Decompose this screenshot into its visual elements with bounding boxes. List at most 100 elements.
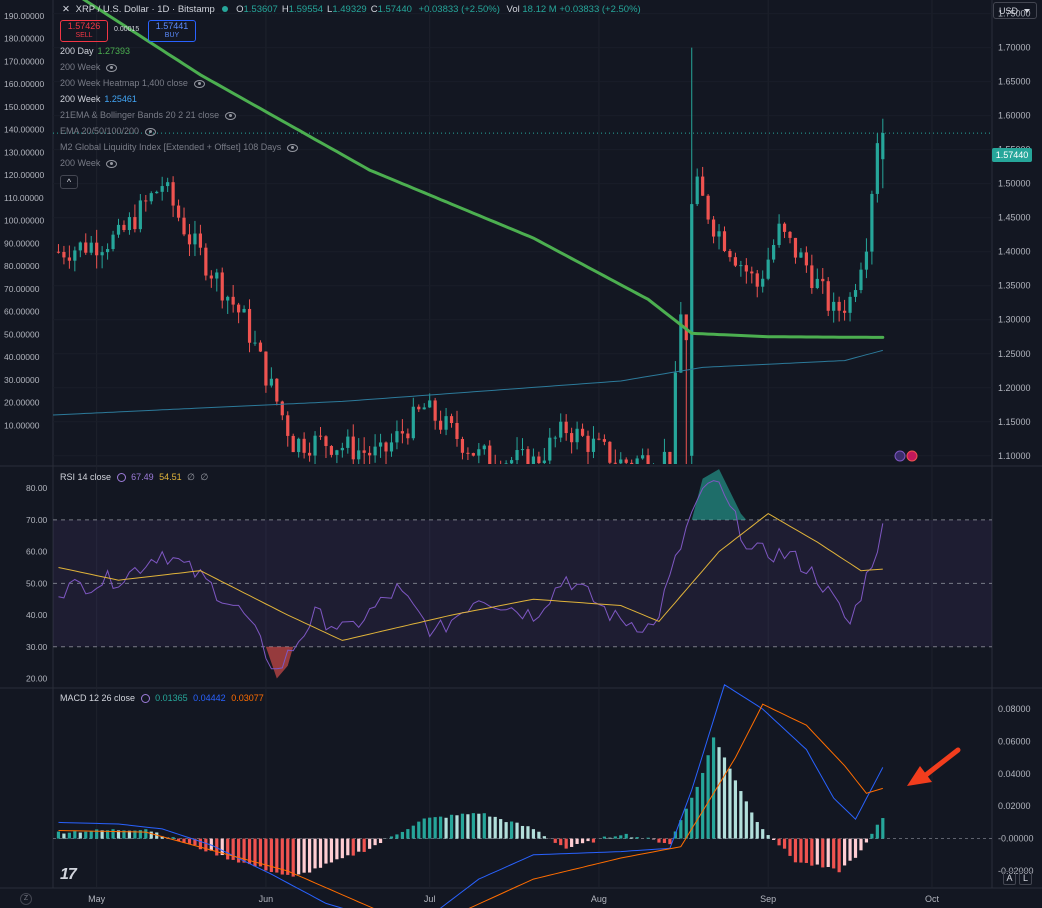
eye-hidden-icon[interactable] (225, 111, 237, 120)
x-axis-tick: Aug (591, 894, 607, 904)
buy-button[interactable]: 1.57441 BUY (148, 20, 196, 42)
candle-body (482, 445, 486, 450)
candle-body (335, 450, 339, 455)
close-icon[interactable]: ✕ (62, 4, 70, 15)
candle-body (471, 453, 475, 456)
indicator-value: 1.27393 (97, 46, 131, 56)
histogram-bar (553, 838, 557, 843)
ohlc-key: H (281, 4, 289, 15)
candle-body (619, 459, 623, 464)
candle-body (89, 242, 93, 253)
currency-selector[interactable]: USD (993, 2, 1037, 19)
settings-circle-icon[interactable] (116, 473, 126, 483)
histogram-bar (56, 831, 61, 839)
macd-legend: MACD 12 26 close 0.01365 0.04442 0.03077 (60, 693, 264, 704)
settings-circle-icon[interactable] (140, 694, 150, 704)
auto-scale-button[interactable]: A (1003, 871, 1016, 885)
left-axis-tick: 160.00000 (4, 79, 44, 89)
left-axis-tick: 90.00000 (4, 238, 40, 248)
histogram-bar (62, 833, 66, 839)
macd-axis-tick: -0.00000 (998, 834, 1034, 844)
histogram-bar (559, 838, 563, 846)
indicator-name: 200 Week Heatmap 1,400 close (60, 78, 188, 88)
histogram-bar (84, 831, 88, 839)
histogram-bar (613, 836, 617, 839)
histogram-bar (586, 838, 590, 842)
ohlc-value: 1.49329 (332, 4, 367, 15)
buy-price: 1.57441 (155, 21, 189, 31)
indicator-row[interactable]: M2 Global Liquidity Index [Extended + Of… (60, 142, 299, 152)
candle-body (553, 437, 557, 439)
histogram-bar (362, 838, 366, 852)
indicator-row[interactable]: EMA 20/50/100/200 (60, 126, 157, 136)
candle-body (570, 433, 574, 443)
histogram-bar (187, 838, 192, 844)
eye-hidden-icon[interactable] (145, 127, 157, 136)
candle-body (269, 378, 273, 386)
price-axis-tick: 1.20000 (998, 383, 1031, 393)
symbol-legend: ✕ XRP / U.S. Dollar · 1D · Bitstamp O1.5… (62, 4, 641, 15)
eye-hidden-icon[interactable] (193, 79, 205, 88)
candle-body (73, 250, 77, 261)
volume-change: +0.03833 (+2.50%) (559, 4, 641, 15)
histogram-bar (471, 813, 475, 839)
candle-body (395, 431, 399, 443)
eye-hidden-icon[interactable] (106, 63, 118, 72)
macd-label[interactable]: MACD 12 26 close (60, 693, 135, 703)
histogram-bar (722, 757, 727, 839)
ohlc-value: 1.53607 (243, 4, 278, 15)
candle-body (695, 176, 699, 205)
signal-value: 0.03077 (231, 693, 264, 703)
candle-body (575, 428, 579, 443)
candle-body (428, 400, 432, 408)
indicator-row[interactable]: 200 Week 1.25461 (60, 94, 137, 104)
chart-canvas[interactable]: May Jun Jul Aug Sep Oct1.750001.700001.650001… (0, 0, 1042, 908)
histogram-bar (870, 833, 874, 839)
indicator-row[interactable]: 200 Day 1.27393 (60, 46, 130, 56)
ohlc-key: C (370, 4, 378, 15)
x-axis-tick: Jul (424, 894, 436, 904)
symbol-title[interactable]: XRP / U.S. Dollar · 1D · Bitstamp (76, 4, 215, 15)
left-axis-tick: 120.00000 (4, 170, 44, 180)
z-button[interactable]: Z (20, 893, 32, 905)
candle-body (378, 442, 383, 447)
candle-body (160, 186, 164, 192)
candle-body (258, 342, 263, 352)
candle-body (286, 415, 290, 436)
eye-hidden-icon[interactable] (287, 143, 299, 152)
candle-body (728, 250, 732, 258)
candle-body (204, 247, 208, 276)
histogram-bar (297, 838, 301, 875)
rsi-label[interactable]: RSI 14 close (60, 472, 111, 482)
collapse-legend-button[interactable]: ^ (60, 175, 78, 189)
eye-hidden-icon[interactable] (106, 159, 118, 168)
sell-button[interactable]: 1.57426 SELL (60, 20, 108, 42)
histogram-bar (881, 818, 885, 839)
candle-body (548, 437, 552, 461)
histogram-bar (324, 838, 328, 864)
macd-axis-tick: 0.06000 (998, 736, 1031, 746)
indicator-row[interactable]: 200 Week Heatmap 1,400 close (60, 78, 205, 88)
candle-body (417, 406, 421, 410)
price-change: +0.03833 (+2.50%) (418, 4, 500, 15)
price-axis-tick: 1.15000 (998, 417, 1031, 427)
histogram-bar (580, 838, 585, 844)
candle-body (56, 251, 61, 253)
histogram-bar (138, 830, 142, 839)
candle-body (766, 259, 770, 279)
macd-value: 0.04442 (193, 693, 226, 703)
indicator-row[interactable]: 200 Week (60, 62, 118, 72)
candle-body (297, 438, 301, 453)
histogram-bar (226, 838, 230, 860)
candle-body (280, 401, 284, 416)
candle-body (455, 422, 459, 440)
candle-body (837, 301, 841, 311)
candle-body (826, 281, 830, 311)
log-scale-button[interactable]: L (1019, 871, 1032, 885)
histogram-bar (417, 821, 421, 839)
indicator-row[interactable]: 21EMA & Bollinger Bands 20 2 21 close (60, 110, 237, 120)
histogram-bar (329, 838, 334, 863)
candle-body (875, 143, 879, 194)
histogram-bar (340, 838, 344, 859)
indicator-row[interactable]: 200 Week (60, 158, 118, 168)
